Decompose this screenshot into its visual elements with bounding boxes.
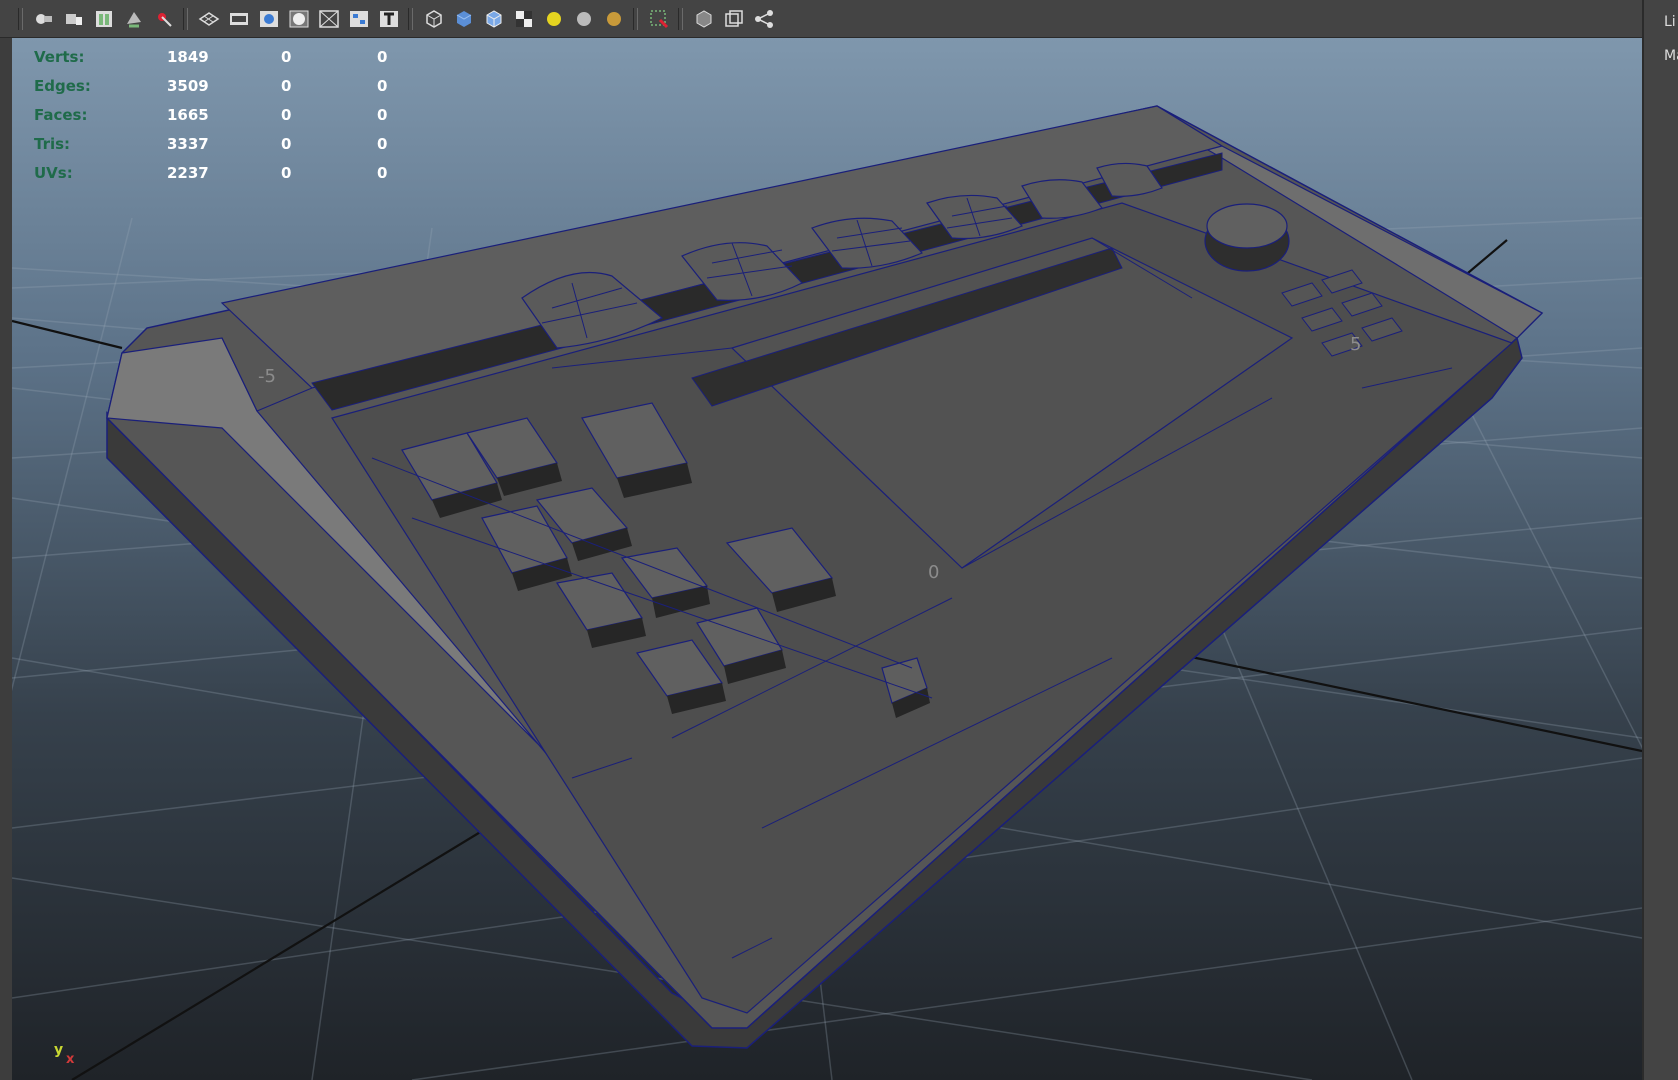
hud-row-faces: Faces: 1665 0 0: [34, 100, 473, 129]
image-plane-icon[interactable]: [91, 6, 117, 32]
grid-label-pos5: 5: [1350, 334, 1361, 355]
hud-label: Edges:: [34, 76, 91, 95]
grid-label-neg5: -5: [258, 366, 276, 387]
hud-row-uvs: UVs: 2237 0 0: [34, 158, 473, 187]
hud-value: 0: [281, 163, 292, 182]
wireframe-on-shaded-icon[interactable]: [481, 6, 507, 32]
hud-label: Faces:: [34, 105, 88, 124]
resolution-gate-icon[interactable]: [256, 6, 282, 32]
camera-bookmark-icon[interactable]: [61, 6, 87, 32]
hud-label: UVs:: [34, 163, 73, 182]
textured-icon[interactable]: [511, 6, 537, 32]
safe-action-icon[interactable]: [346, 6, 372, 32]
toolbar-separator: [408, 7, 413, 30]
hud-value: 0: [377, 163, 388, 182]
ambient-occlusion-icon[interactable]: [601, 6, 627, 32]
grid-label-zero: 0: [928, 562, 939, 583]
xray-joints-icon[interactable]: [721, 6, 747, 32]
hud-label: Tris:: [34, 134, 71, 153]
right-panel-tab-label[interactable]: Ma: [1664, 48, 1678, 64]
grid-icon[interactable]: [196, 6, 222, 32]
hud-value: 2237: [167, 163, 209, 182]
film-gate-icon[interactable]: [226, 6, 252, 32]
field-chart-icon[interactable]: [316, 6, 342, 32]
two-d-pan-zoom-icon[interactable]: [121, 6, 147, 32]
gate-mask-icon[interactable]: [286, 6, 312, 32]
right-side-panel: Li Ma: [1642, 0, 1678, 1080]
hud-value: 0: [281, 47, 292, 66]
hud-value: 3337: [167, 134, 209, 153]
hud-value: 0: [281, 76, 292, 95]
hud-value: 0: [377, 76, 388, 95]
camera-attributes-icon[interactable]: [31, 6, 57, 32]
xray-components-icon[interactable]: [751, 6, 777, 32]
axis-y-label: y: [54, 1042, 64, 1058]
perspective-viewport[interactable]: -5 0 5 Verts: 1849 0 0 Edges: 3509 0 0 F…: [12, 38, 1642, 1080]
hud-value: 0: [377, 47, 388, 66]
hud-row-edges: Edges: 3509 0 0: [34, 71, 473, 100]
hud-value: 0: [377, 134, 388, 153]
keyboard-model[interactable]: [106, 105, 1544, 1049]
hud-value: 3509: [167, 76, 209, 95]
safe-title-icon[interactable]: [376, 6, 402, 32]
hud-value: 0: [377, 105, 388, 124]
wireframe-icon[interactable]: [421, 6, 447, 32]
toolbar-separator: [183, 7, 188, 30]
right-panel-tab-label[interactable]: Li: [1664, 14, 1676, 30]
poly-count-hud: Verts: 1849 0 0 Edges: 3509 0 0 Faces: 1…: [34, 42, 473, 187]
hud-value: 0: [281, 134, 292, 153]
smooth-shade-icon[interactable]: [451, 6, 477, 32]
scene-canvas[interactable]: -5 0 5: [12, 38, 1642, 1080]
grease-pencil-icon[interactable]: [151, 6, 177, 32]
axis-x-label: x: [66, 1052, 75, 1067]
hud-value: 1849: [167, 47, 209, 66]
hud-value: 0: [281, 105, 292, 124]
hud-label: Verts:: [34, 47, 85, 66]
volume-knob: [1204, 203, 1290, 272]
hud-value: 1665: [167, 105, 209, 124]
isolate-select-icon[interactable]: [646, 6, 672, 32]
viewport-toolbar: [0, 0, 1642, 38]
use-all-lights-icon[interactable]: [541, 6, 567, 32]
shadows-icon[interactable]: [571, 6, 597, 32]
toolbar-separator: [678, 7, 683, 30]
toolbar-separator: [18, 7, 23, 30]
toolbar-separator: [633, 7, 638, 30]
xray-icon[interactable]: [691, 6, 717, 32]
hud-row-tris: Tris: 3337 0 0: [34, 129, 473, 158]
hud-row-verts: Verts: 1849 0 0: [34, 42, 473, 71]
